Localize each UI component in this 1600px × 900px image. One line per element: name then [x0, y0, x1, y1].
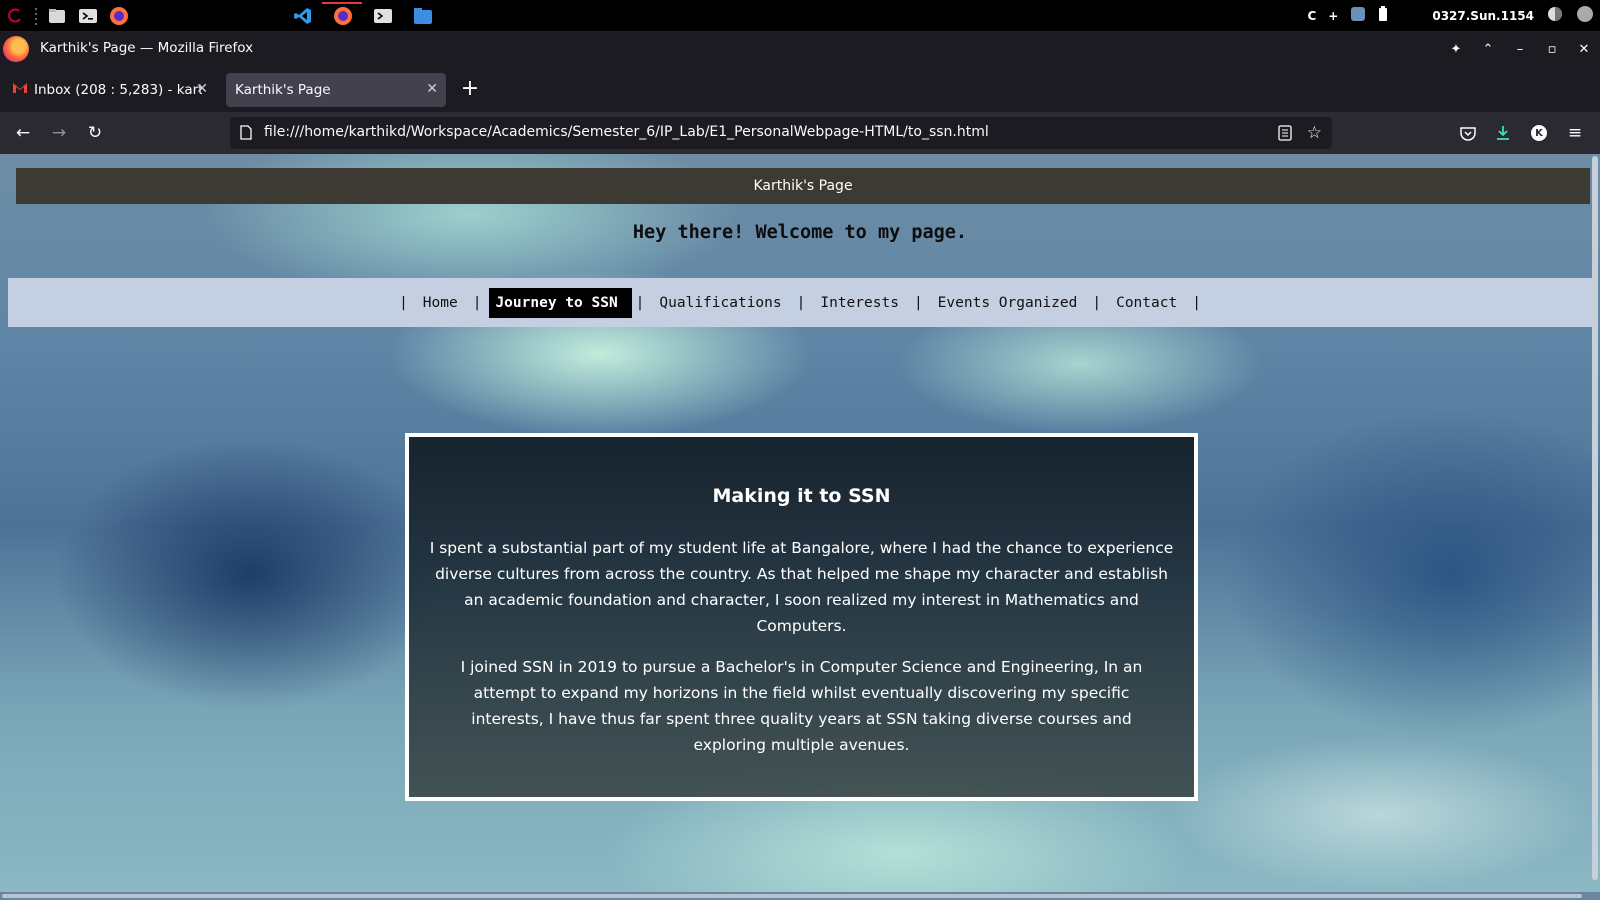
system-top-bar: C + 0327.Sun.1154: [0, 0, 1600, 31]
system-tray: C + 0327.Sun.1154: [1307, 0, 1594, 31]
nav-separator: |: [472, 294, 482, 311]
account-initial: K: [1531, 125, 1547, 141]
url-bar[interactable]: file:///home/karthikd/Workspace/Academic…: [230, 117, 1332, 149]
avatar-icon[interactable]: [1576, 5, 1594, 26]
close-window-button[interactable]: ✕: [1568, 31, 1600, 68]
vertical-scrollbar[interactable]: [1590, 154, 1600, 892]
navigation-toolbar: ← → ↻ file:///home/karthikd/Workspace/Ac…: [0, 112, 1600, 154]
file-manager-icon[interactable]: [47, 6, 67, 26]
welcome-heading: Hey there! Welcome to my page.: [632, 222, 968, 243]
reader-view-icon[interactable]: [1278, 125, 1292, 145]
minimize-button[interactable]: –: [1504, 31, 1536, 68]
nav-journey-to-ssn[interactable]: Journey to SSN: [489, 287, 632, 318]
firefox-icon[interactable]: [109, 6, 129, 26]
page-icon[interactable]: [240, 125, 252, 144]
nav-interests[interactable]: Interests: [813, 292, 906, 314]
maximize-button[interactable]: ▫: [1536, 31, 1568, 68]
card-paragraph: I joined SSN in 2019 to pursue a Bachelo…: [460, 658, 1143, 754]
tab-label: Karthik's Page: [235, 82, 331, 98]
pocket-icon[interactable]: [1455, 120, 1481, 146]
vscode-icon[interactable]: [293, 6, 313, 26]
window-up-icon[interactable]: ⌃: [1472, 31, 1504, 68]
tray-app-icon[interactable]: [1350, 6, 1366, 25]
card-title: Making it to SSN: [712, 485, 891, 507]
scrollbar-thumb[interactable]: [2, 894, 1582, 898]
battery-icon[interactable]: [1378, 6, 1388, 25]
clock[interactable]: 0327.Sun.1154: [1432, 9, 1534, 23]
nav-events-organized[interactable]: Events Organized: [931, 292, 1085, 314]
back-button[interactable]: ←: [10, 120, 36, 146]
folder-icon[interactable]: [413, 6, 433, 26]
tab-close-icon[interactable]: ✕: [196, 81, 208, 97]
nav-separator: |: [1192, 294, 1201, 311]
brightness-icon[interactable]: [1546, 5, 1564, 26]
new-tab-button[interactable]: +: [458, 78, 482, 102]
url-text[interactable]: file:///home/karthikd/Workspace/Academic…: [264, 124, 989, 140]
nav-separator: |: [796, 294, 806, 311]
tab-karthiks-page[interactable]: Karthik's Page ✕: [226, 73, 446, 107]
window-title: Karthik's Page — Mozilla Firefox: [40, 40, 254, 56]
debian-swirl-icon[interactable]: [6, 6, 26, 26]
nav-home[interactable]: Home: [416, 292, 465, 314]
hamburger-menu-icon[interactable]: ≡: [1562, 120, 1588, 146]
pin-icon[interactable]: ✦: [1440, 31, 1472, 68]
tab-strip: Inbox (208 : 5,283) - kart ✕ Karthik's P…: [0, 68, 1600, 112]
tab-close-icon[interactable]: ✕: [426, 81, 438, 97]
site-header: Karthik's Page: [16, 168, 1590, 204]
reload-button[interactable]: ↻: [82, 120, 108, 146]
tab-label: Inbox (208 : 5,283) - kart: [34, 82, 202, 98]
nav-separator: |: [399, 294, 408, 311]
account-avatar[interactable]: K: [1526, 120, 1552, 146]
bookmark-star-icon[interactable]: ☆: [1307, 123, 1322, 143]
web-content: Karthik's Page Hey there! Welcome to my …: [0, 154, 1600, 900]
active-app-indicator: [322, 2, 362, 4]
nav-separator: |: [913, 294, 923, 311]
nav-separator: |: [635, 294, 645, 311]
firefox-logo-icon: [3, 36, 29, 62]
nav-qualifications[interactable]: Qualifications: [652, 292, 788, 314]
horizontal-scrollbar[interactable]: [0, 892, 1600, 900]
firefox-running-icon[interactable]: [333, 6, 353, 26]
content-card: Making it to SSN I spent a substantial p…: [405, 433, 1198, 801]
nav-contact[interactable]: Contact: [1109, 292, 1184, 314]
tray-plus[interactable]: +: [1328, 9, 1338, 23]
scrollbar-thumb[interactable]: [1592, 156, 1598, 880]
forward-button[interactable]: →: [46, 120, 72, 146]
terminal-running-icon[interactable]: [373, 6, 393, 26]
tab-inbox[interactable]: Inbox (208 : 5,283) - kart ✕: [4, 73, 216, 107]
tray-letter[interactable]: C: [1307, 9, 1316, 23]
nav-separator: |: [1092, 294, 1102, 311]
gmail-icon: [12, 82, 28, 98]
downloads-icon[interactable]: [1490, 120, 1516, 146]
card-paragraph: I spent a substantial part of my student…: [429, 539, 1174, 635]
terminal-icon[interactable]: [78, 6, 98, 26]
dotted-separator-icon: [32, 6, 40, 26]
window-title-bar: Karthik's Page — Mozilla Firefox ✦ ⌃ – ▫…: [0, 31, 1600, 68]
site-nav: | Home | Journey to SSN | Qualifications…: [8, 278, 1592, 327]
